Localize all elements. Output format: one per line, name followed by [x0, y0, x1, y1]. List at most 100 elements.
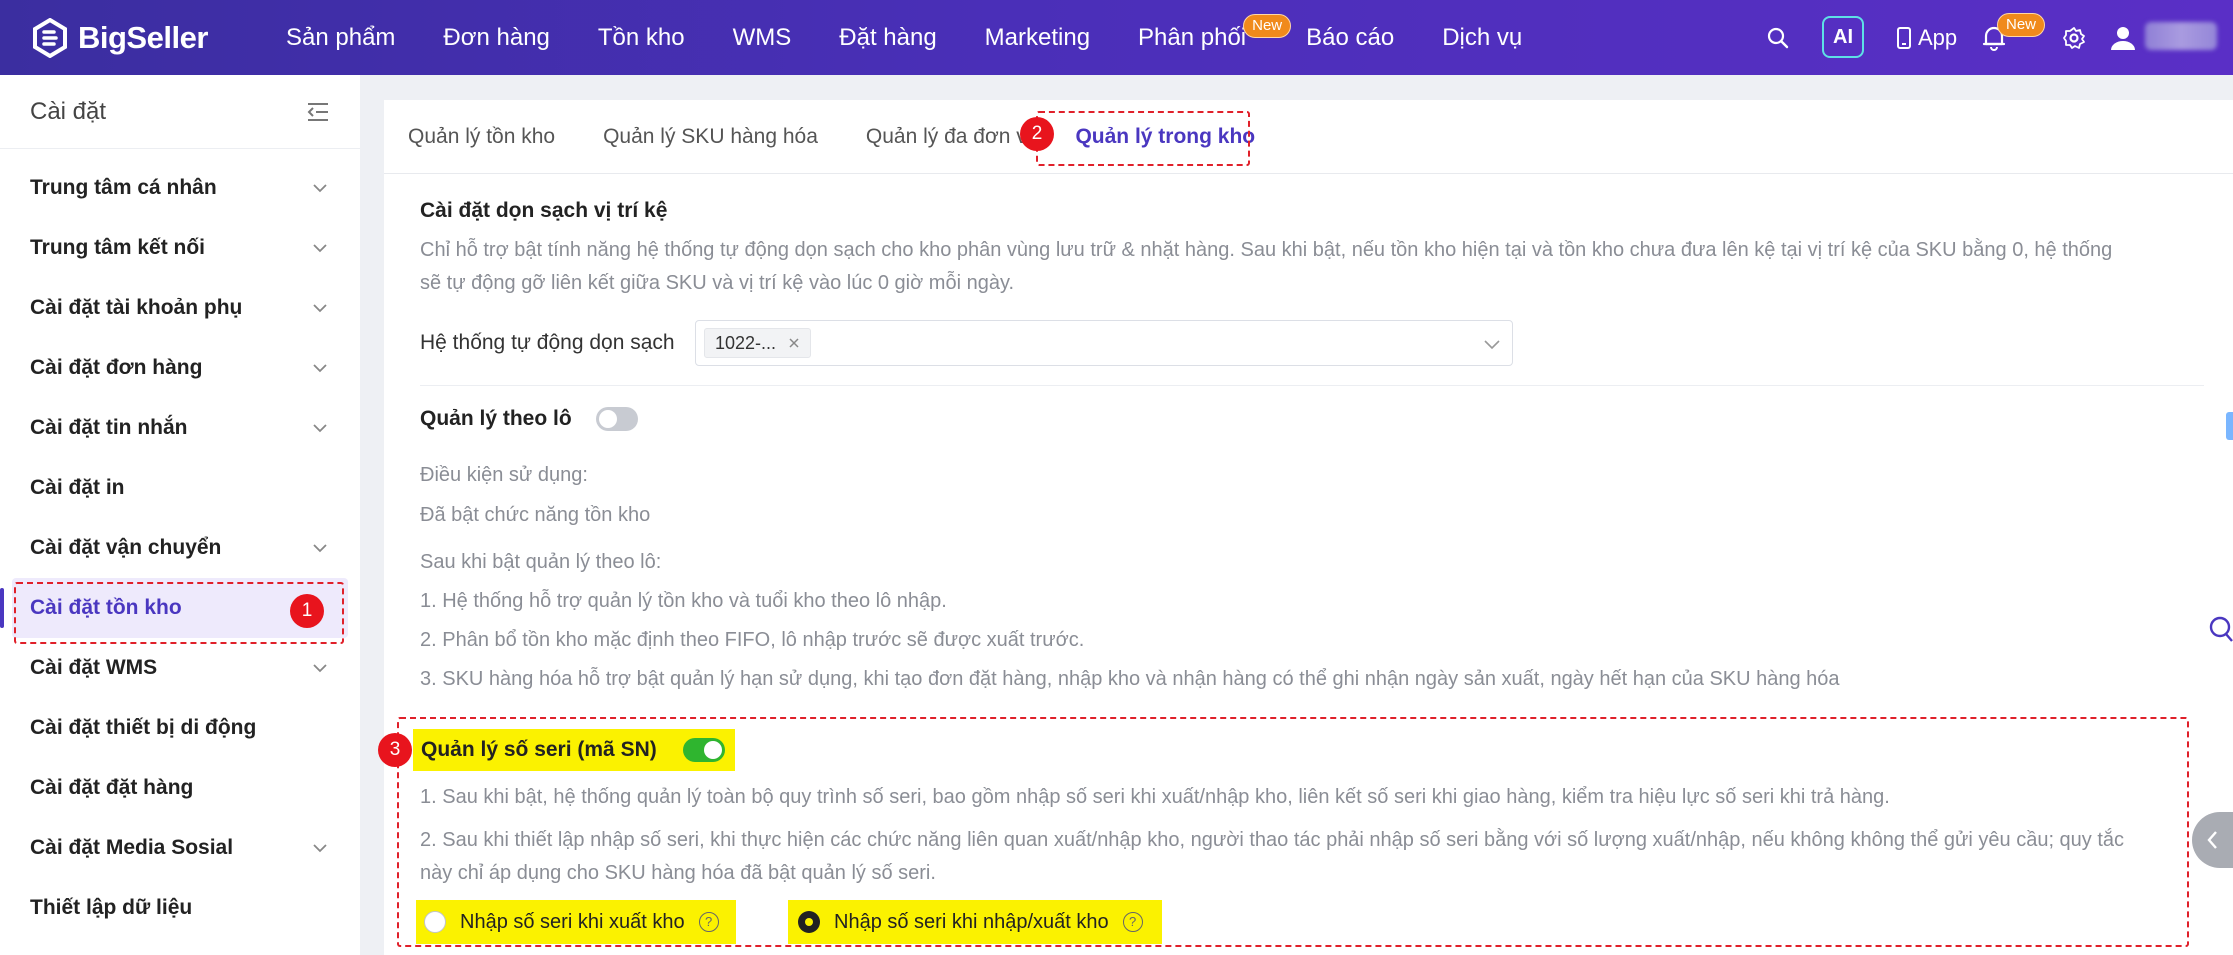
sidebar-item-personal-center[interactable]: Trung tâm cá nhân — [0, 158, 360, 218]
top-navigation-bar: BigSeller Sản phẩm Đơn hàng Tồn kho WMS … — [0, 0, 2233, 75]
sidebar-item-sub-account-settings[interactable]: Cài đặt tài khoản phụ — [0, 278, 360, 338]
user-name-blurred[interactable] — [2145, 22, 2217, 50]
auto-cleanup-warehouse-select[interactable]: 1022-... — [695, 320, 1513, 366]
nav-item-services[interactable]: Dịch vụ — [1442, 24, 1522, 52]
sidebar-item-label: Thiết lập dữ liệu — [30, 896, 193, 919]
description-line: 1. Hệ thống hỗ trợ quản lý tồn kho và tu… — [420, 590, 947, 612]
nav-item-marketing[interactable]: Marketing — [985, 24, 1090, 52]
shelf-cleanup-title: Cài đặt dọn sạch vị trí kệ — [420, 199, 668, 222]
tag-label: 1022-... — [715, 332, 777, 353]
sidebar-item-label: Cài đặt đơn hàng — [30, 356, 203, 379]
description-line: 2. Phân bổ tồn kho mặc định theo FIFO, l… — [420, 629, 1085, 651]
nav-item-inventory[interactable]: Tồn kho — [598, 24, 685, 52]
sidebar-item-message-settings[interactable]: Cài đặt tin nhắn — [0, 398, 360, 458]
nav-item-distribution-label: Phân phối — [1138, 23, 1247, 51]
app-button[interactable]: App — [1896, 0, 1957, 75]
app-label: App — [1918, 24, 1958, 50]
sidebar-item-label: Cài đặt Media Sosial — [30, 836, 234, 859]
sidebar-item-label: Cài đặt vận chuyển — [30, 536, 222, 559]
auto-cleanup-label: Hệ thống tự động dọn sạch — [420, 331, 675, 354]
tab-multi-unit-management[interactable]: Quản lý đa đơn vị — [866, 125, 1032, 149]
sidebar-item-print-settings[interactable]: Cài đặt in — [0, 458, 360, 518]
conditions-value: Đã bật chức năng tồn kho — [420, 504, 651, 526]
chevron-down-icon — [313, 304, 327, 313]
sidebar-item-label: Cài đặt in — [30, 476, 125, 499]
nav-item-distribution[interactable]: Phân phối New — [1138, 13, 1292, 52]
annotation-box-2 — [1036, 111, 1250, 166]
sidebar-header: Cài đặt — [0, 75, 360, 149]
shelf-cleanup-description: Chỉ hỗ trợ bật tính năng hệ thống tự độn… — [420, 234, 2220, 300]
mobile-phone-icon — [1897, 26, 1911, 49]
chevron-down-icon — [1484, 340, 1500, 350]
sidebar-item-connection-center[interactable]: Trung tâm kết nối — [0, 218, 360, 278]
chevron-down-icon — [313, 184, 327, 193]
description-line: Sau khi bật quản lý theo lô: — [420, 551, 662, 573]
sidebar-item-label: Cài đặt tài khoản phụ — [30, 296, 243, 319]
sidebar-item-label: Cài đặt thiết bị di động — [30, 716, 257, 739]
ai-button[interactable]: AI — [1822, 16, 1864, 58]
tab-inventory-management[interactable]: Quản lý tồn kho — [408, 125, 555, 149]
chevron-down-icon — [313, 424, 327, 433]
bigseller-logo-icon — [33, 18, 67, 58]
nav-item-wms[interactable]: WMS — [733, 24, 792, 52]
new-badge: New — [1243, 13, 1292, 38]
section-divider — [420, 385, 2204, 386]
sidebar-menu: Trung tâm cá nhân Trung tâm kết nối Cài … — [0, 149, 360, 938]
sidebar-item-order-settings[interactable]: Cài đặt đơn hàng — [0, 338, 360, 398]
nav-item-purchase[interactable]: Đặt hàng — [839, 24, 936, 52]
batch-management-title: Quản lý theo lô — [420, 407, 572, 430]
main-nav: Sản phẩm Đơn hàng Tồn kho WMS Đặt hàng M… — [286, 0, 1522, 75]
sidebar-title: Cài đặt — [30, 97, 107, 125]
chevron-down-icon — [313, 844, 327, 853]
sidebar-item-label: Cài đặt tin nhắn — [30, 416, 188, 439]
annotation-marker-1: 1 — [290, 594, 324, 628]
search-icon — [1767, 27, 1789, 48]
annotation-box-3 — [397, 717, 2189, 947]
notification-button[interactable] — [1982, 0, 2006, 75]
close-icon[interactable] — [788, 337, 800, 349]
sidebar-item-label: Cài đặt đặt hàng — [30, 776, 194, 799]
chevron-down-icon — [313, 244, 327, 253]
sidebar-item-social-media-settings[interactable]: Cài đặt Media Sosial — [0, 818, 360, 878]
sidebar-item-data-setup[interactable]: Thiết lập dữ liệu — [0, 878, 360, 938]
sidebar-item-label: Trung tâm kết nối — [30, 236, 206, 259]
annotation-marker-3: 3 — [378, 733, 412, 767]
batch-management-toggle[interactable] — [595, 407, 638, 431]
nav-item-products[interactable]: Sản phẩm — [286, 24, 395, 52]
batch-description: Sau khi bật quản lý theo lô: 1. Hệ thống… — [420, 543, 1840, 699]
nav-item-reports[interactable]: Báo cáo — [1306, 24, 1394, 52]
annotation-marker-2: 2 — [1020, 117, 1054, 151]
tab-sku-management[interactable]: Quản lý SKU hàng hóa — [603, 125, 818, 149]
search-icon[interactable] — [2207, 615, 2233, 643]
chevron-down-icon — [313, 364, 327, 373]
sidebar-item-mobile-device-settings[interactable]: Cài đặt thiết bị di động — [0, 698, 360, 758]
batch-conditions: Điều kiện sử dụng: Đã bật chức năng tồn … — [420, 455, 650, 535]
settings-sidebar: Cài đặt Trung tâm cá nhân Trung tâm kết … — [0, 75, 360, 955]
sidebar-item-shipping-settings[interactable]: Cài đặt vận chuyển — [0, 518, 360, 578]
search-button[interactable] — [1766, 0, 1790, 75]
settings-button[interactable] — [2062, 0, 2086, 75]
description-line: Chỉ hỗ trợ bật tính năng hệ thống tự độn… — [420, 239, 2113, 261]
batch-management-row: Quản lý theo lô — [420, 407, 638, 431]
chevron-left-icon — [2206, 831, 2217, 849]
chevron-down-icon — [313, 664, 327, 673]
inventory-tabs: Quản lý tồn kho Quản lý SKU hàng hóa Quả… — [384, 100, 2233, 174]
sidebar-item-wms-settings[interactable]: Cài đặt WMS — [0, 638, 360, 698]
nav-item-orders[interactable]: Đơn hàng — [443, 24, 549, 52]
sidebar-item-purchase-settings[interactable]: Cài đặt đặt hàng — [0, 758, 360, 818]
side-scroll-indicator[interactable] — [2226, 412, 2233, 440]
sidebar-item-label: Cài đặt WMS — [30, 656, 158, 679]
collapse-menu-icon[interactable] — [306, 101, 330, 123]
conditions-label: Điều kiện sử dụng: — [420, 464, 588, 486]
description-line: sẽ tự động gỡ liên kết giữa SKU và vị tr… — [420, 272, 1015, 294]
selected-warehouse-tag: 1022-... — [704, 328, 812, 358]
notification-new-badge: New — [1997, 13, 2046, 37]
sidebar-item-label: Trung tâm cá nhân — [30, 176, 217, 199]
chevron-down-icon — [313, 544, 327, 553]
user-avatar-button[interactable] — [2110, 0, 2136, 75]
user-icon — [2111, 26, 2135, 50]
brand-name: BigSeller — [78, 20, 208, 55]
brand-logo[interactable]: BigSeller — [32, 18, 208, 58]
gear-icon — [2063, 26, 2085, 49]
description-line: 3. SKU hàng hóa hỗ trợ bật quản lý hạn s… — [420, 668, 1840, 690]
